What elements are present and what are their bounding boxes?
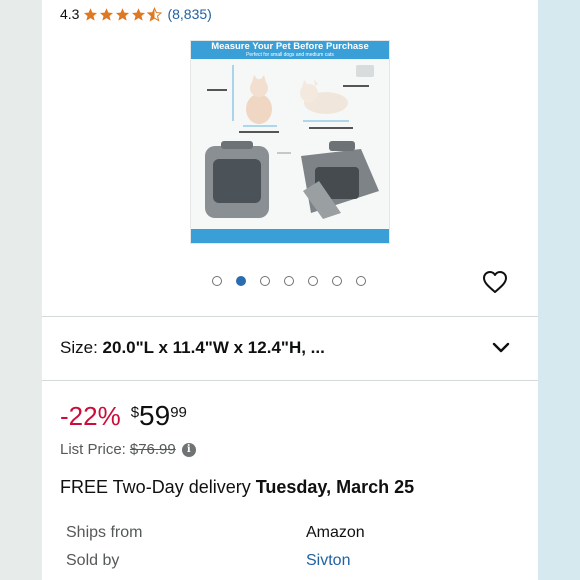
- half-star-icon: [147, 6, 163, 22]
- discount-percent: -22%: [60, 401, 121, 431]
- rating-count-link[interactable]: (8,835): [167, 6, 211, 22]
- image-footer-note: [191, 229, 389, 243]
- carousel-dot[interactable]: [260, 276, 270, 286]
- left-background: [0, 0, 42, 580]
- divider: [42, 316, 538, 317]
- carousel-dot[interactable]: [212, 276, 222, 286]
- star-icon: [132, 7, 146, 21]
- carousel-dot[interactable]: [332, 276, 342, 286]
- ships-from-label: Ships from: [66, 524, 143, 541]
- price-whole: 59: [139, 400, 171, 431]
- pet-measurement-illustration: [205, 65, 379, 219]
- list-price-value: $76.99: [129, 441, 176, 458]
- product-image[interactable]: Measure Your Pet Before Purchase Perfect…: [190, 40, 390, 244]
- list-price-row: List Price: $76.99 i: [60, 441, 196, 458]
- size-selector[interactable]: Size: 20.0"L x 11.4"W x 12.4"H, ...: [60, 338, 325, 358]
- seller-link[interactable]: Sivton: [306, 552, 350, 570]
- size-value: 20.0"L x 11.4"W x 12.4"H, ...: [102, 338, 325, 357]
- star-icon: [84, 7, 98, 21]
- delivery-date: Tuesday, March 25: [255, 477, 415, 497]
- right-background: [538, 0, 580, 580]
- size-label: Size:: [60, 338, 103, 357]
- rating-row[interactable]: 4.3 (8,835): [60, 6, 212, 22]
- price-currency: $: [130, 404, 140, 421]
- price-fraction: 99: [170, 404, 187, 421]
- product-card: 4.3 (8,835) Measure Your Pet Before Purc…: [42, 0, 538, 580]
- list-price-label: List Price:: [60, 441, 126, 458]
- ships-from-value: Amazon: [306, 524, 365, 541]
- divider: [42, 380, 538, 381]
- price-block: -22% $ 59 99: [60, 400, 187, 432]
- star-icon: [100, 7, 114, 21]
- heart-icon[interactable]: [482, 270, 508, 294]
- chevron-down-icon[interactable]: [492, 342, 510, 354]
- image-carousel-indicator[interactable]: [212, 276, 380, 286]
- sold-by-label: Sold by: [66, 552, 120, 569]
- carousel-dot[interactable]: [356, 276, 366, 286]
- carousel-dot[interactable]: [284, 276, 294, 286]
- delivery-message: FREE Two-Day delivery Tuesday, March 25: [60, 477, 414, 498]
- star-rating: [83, 6, 163, 22]
- star-icon: [116, 7, 130, 21]
- carousel-dot[interactable]: [308, 276, 318, 286]
- carousel-dot-active[interactable]: [236, 276, 246, 286]
- delivery-prefix: FREE Two-Day delivery: [60, 477, 256, 497]
- info-icon[interactable]: i: [181, 442, 196, 457]
- rating-value: 4.3: [60, 6, 80, 22]
